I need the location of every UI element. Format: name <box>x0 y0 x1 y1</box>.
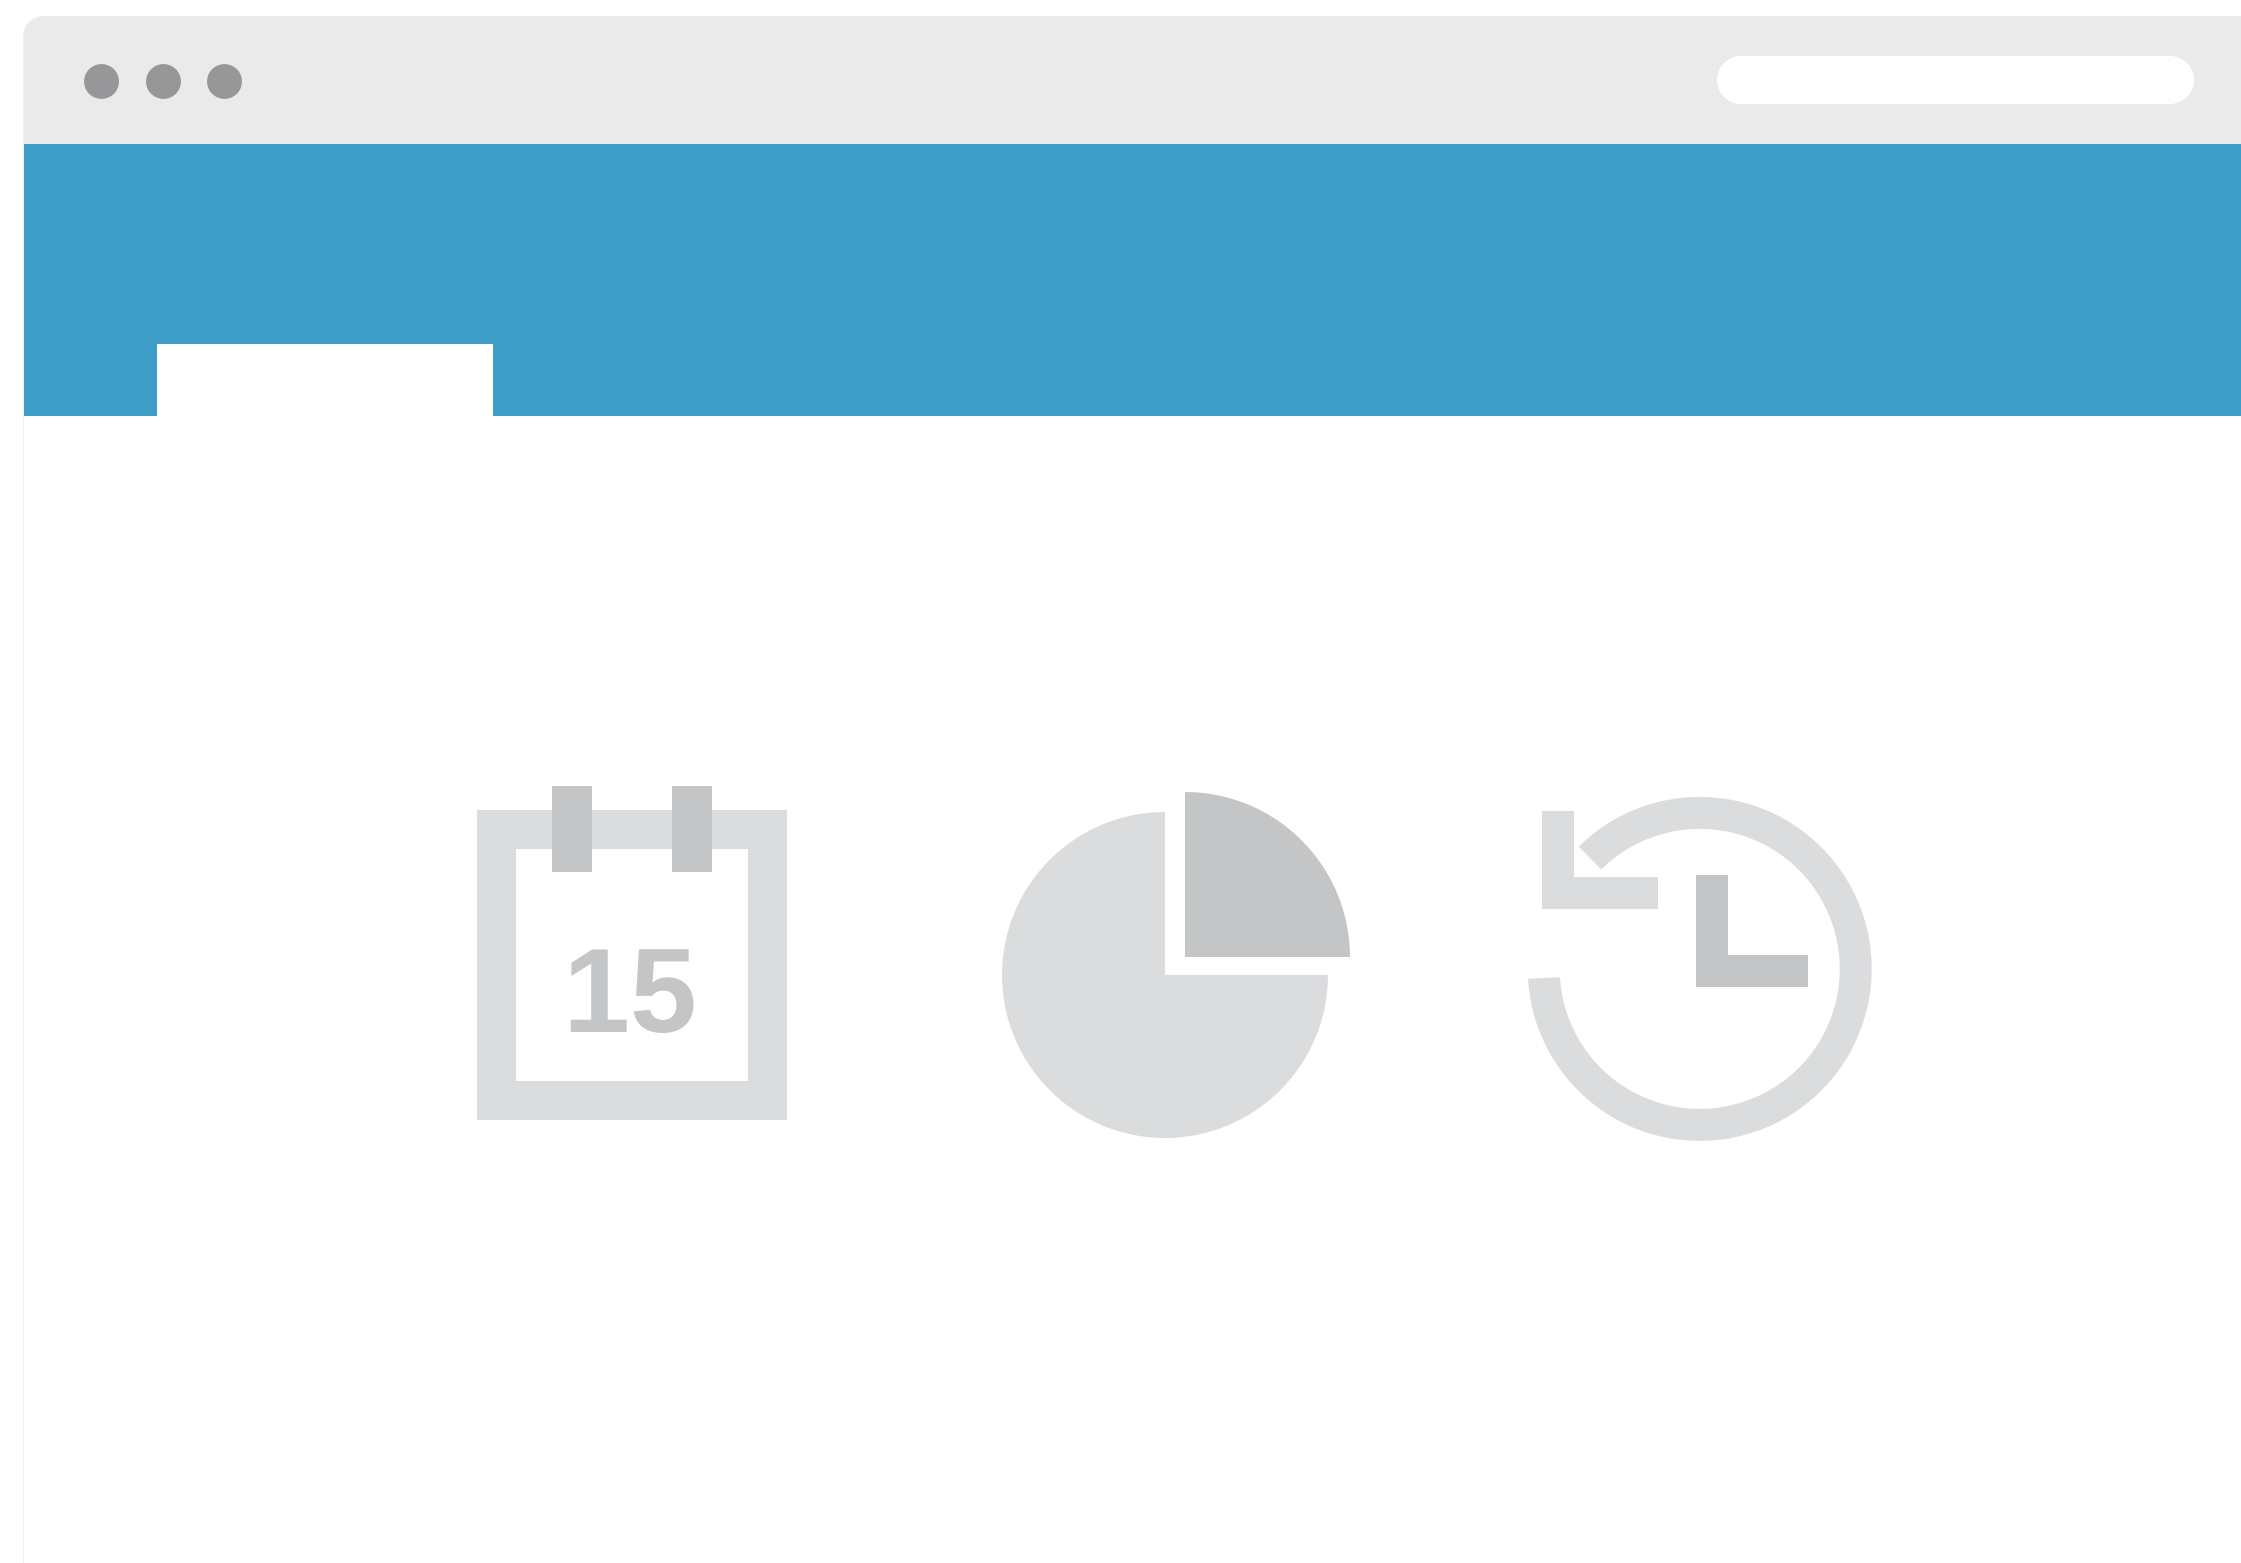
window-minimize-button[interactable] <box>146 64 181 99</box>
tab-active[interactable] <box>157 344 493 418</box>
calendar-icon: 15 <box>477 786 787 1120</box>
pie-chart-icon <box>1002 792 1350 1138</box>
window-close-button[interactable] <box>84 64 119 99</box>
history-icon <box>1528 796 1872 1141</box>
calendar-day-number: 15 <box>563 924 696 1058</box>
window-maximize-button[interactable] <box>207 64 242 99</box>
address-bar[interactable] <box>1717 56 2194 104</box>
title-bar <box>24 16 2241 144</box>
